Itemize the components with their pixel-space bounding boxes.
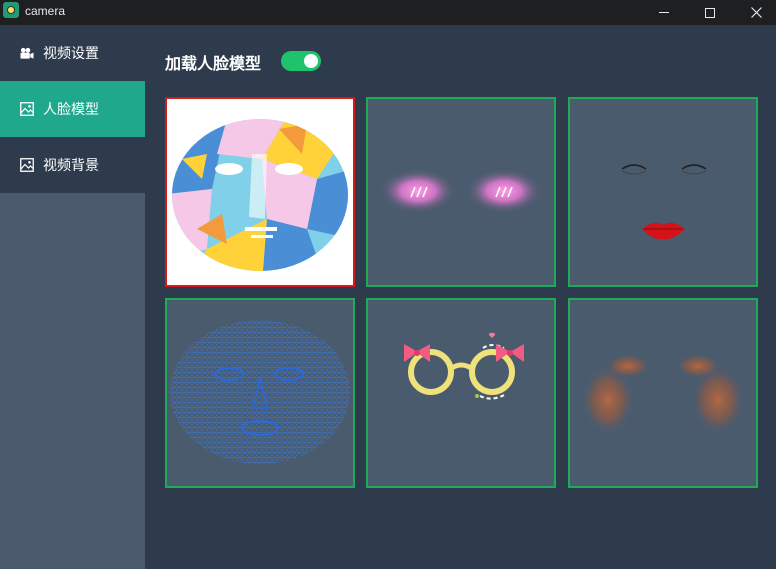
sidebar-item-video-settings[interactable]: 视频设置 [0,25,145,81]
image-icon [20,158,34,172]
eyelashes-lips-thumbnail [621,164,707,240]
strawberry-glasses-thumbnail [404,332,524,400]
face-mesh-thumbnail [170,320,350,464]
face-model-tile-mesh[interactable] [165,298,355,488]
sidebar: 视频设置 人脸模型 视频背景 [0,25,145,569]
face-model-tile-blush[interactable] [366,97,556,287]
face-model-tile-geometric-mask[interactable] [165,97,355,287]
maximize-button[interactable] [687,0,733,25]
load-face-model-toggle[interactable] [281,51,321,71]
sidebar-item-label: 人脸模型 [43,102,99,118]
sidebar-item-face-model[interactable]: 人脸模型 [0,81,145,137]
app-window: camera 视频设置 人脸模型 视频背景 加载人脸模型 [0,0,776,569]
blush-cheeks-thumbnail [380,169,542,213]
sidebar-item-label: 视频背景 [43,158,99,174]
page-title: 加载人脸模型 [165,54,262,73]
minimize-icon [659,12,669,13]
maximize-icon [705,7,715,18]
bear-ears-thumbnail [582,354,744,434]
close-button[interactable] [733,0,776,25]
image-icon [20,102,34,116]
window-title: camera [25,4,66,18]
face-model-tile-makeup[interactable] [568,97,758,287]
geometric-face-mask-thumbnail [172,119,348,271]
minimize-button[interactable] [641,0,687,25]
sidebar-item-video-background[interactable]: 视频背景 [0,137,145,193]
toggle-knob [304,54,318,68]
video-camera-icon [20,46,34,60]
face-model-tile-glasses[interactable] [366,298,556,488]
close-icon [750,7,762,18]
title-bar[interactable]: camera [0,0,776,25]
camera-app-icon [3,2,19,18]
face-model-tile-bear-ears[interactable] [568,298,758,488]
sidebar-item-label: 视频设置 [43,46,99,62]
